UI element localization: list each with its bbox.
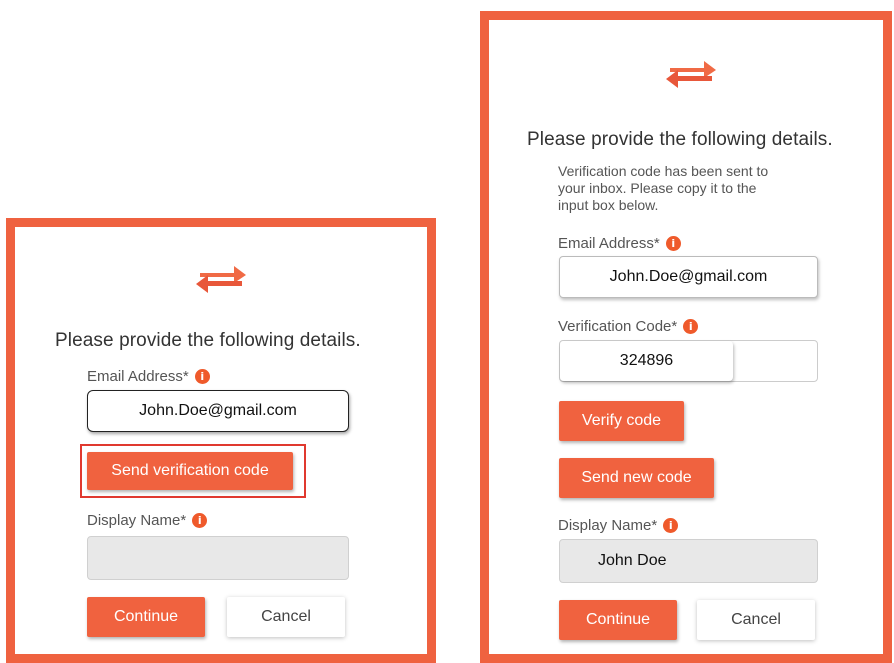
display-name-input[interactable] [87, 536, 349, 580]
cancel-button[interactable]: Cancel [697, 600, 815, 640]
signup-panel-verification: Please provide the following details. Ve… [480, 11, 892, 663]
info-icon[interactable]: i [663, 518, 679, 533]
form-heading: Please provide the following details. [527, 129, 833, 150]
info-icon[interactable]: i [192, 513, 208, 528]
info-icon[interactable]: i [683, 319, 699, 334]
email-input[interactable]: John.Doe@gmail.com [87, 390, 349, 432]
verify-code-button[interactable]: Verify code [559, 401, 684, 441]
send-new-code-button[interactable]: Send new code [559, 458, 714, 498]
display-name-input[interactable]: John Doe [559, 539, 818, 583]
exchange-arrows-icon [196, 266, 246, 293]
verification-code-input[interactable]: 324896 [560, 341, 733, 381]
continue-button[interactable]: Continue [87, 597, 205, 637]
verification-sent-message: Verification code has been sent to your … [558, 163, 769, 213]
display-name-label-text: Display Name* [558, 517, 658, 534]
email-label: Email Address* i [87, 368, 210, 385]
info-icon[interactable]: i [194, 369, 210, 384]
send-verification-code-button[interactable]: Send verification code [87, 452, 293, 490]
info-icon[interactable]: i [665, 236, 681, 251]
form-heading: Please provide the following details. [55, 330, 361, 351]
signup-panel-initial: Please provide the following details. Em… [6, 218, 436, 663]
email-label-text: Email Address* [558, 235, 660, 252]
cancel-button[interactable]: Cancel [227, 597, 345, 637]
email-input[interactable]: John.Doe@gmail.com [559, 256, 818, 298]
display-name-label: Display Name* i [87, 512, 208, 529]
email-label: Email Address* i [558, 235, 681, 252]
verification-code-label: Verification Code* i [558, 318, 699, 335]
email-label-text: Email Address* [87, 368, 189, 385]
continue-button[interactable]: Continue [559, 600, 677, 640]
verification-code-label-text: Verification Code* [558, 318, 678, 335]
verification-code-field[interactable]: 324896 [559, 340, 818, 382]
display-name-label: Display Name* i [558, 517, 679, 534]
display-name-label-text: Display Name* [87, 512, 187, 529]
exchange-arrows-icon [666, 61, 716, 88]
